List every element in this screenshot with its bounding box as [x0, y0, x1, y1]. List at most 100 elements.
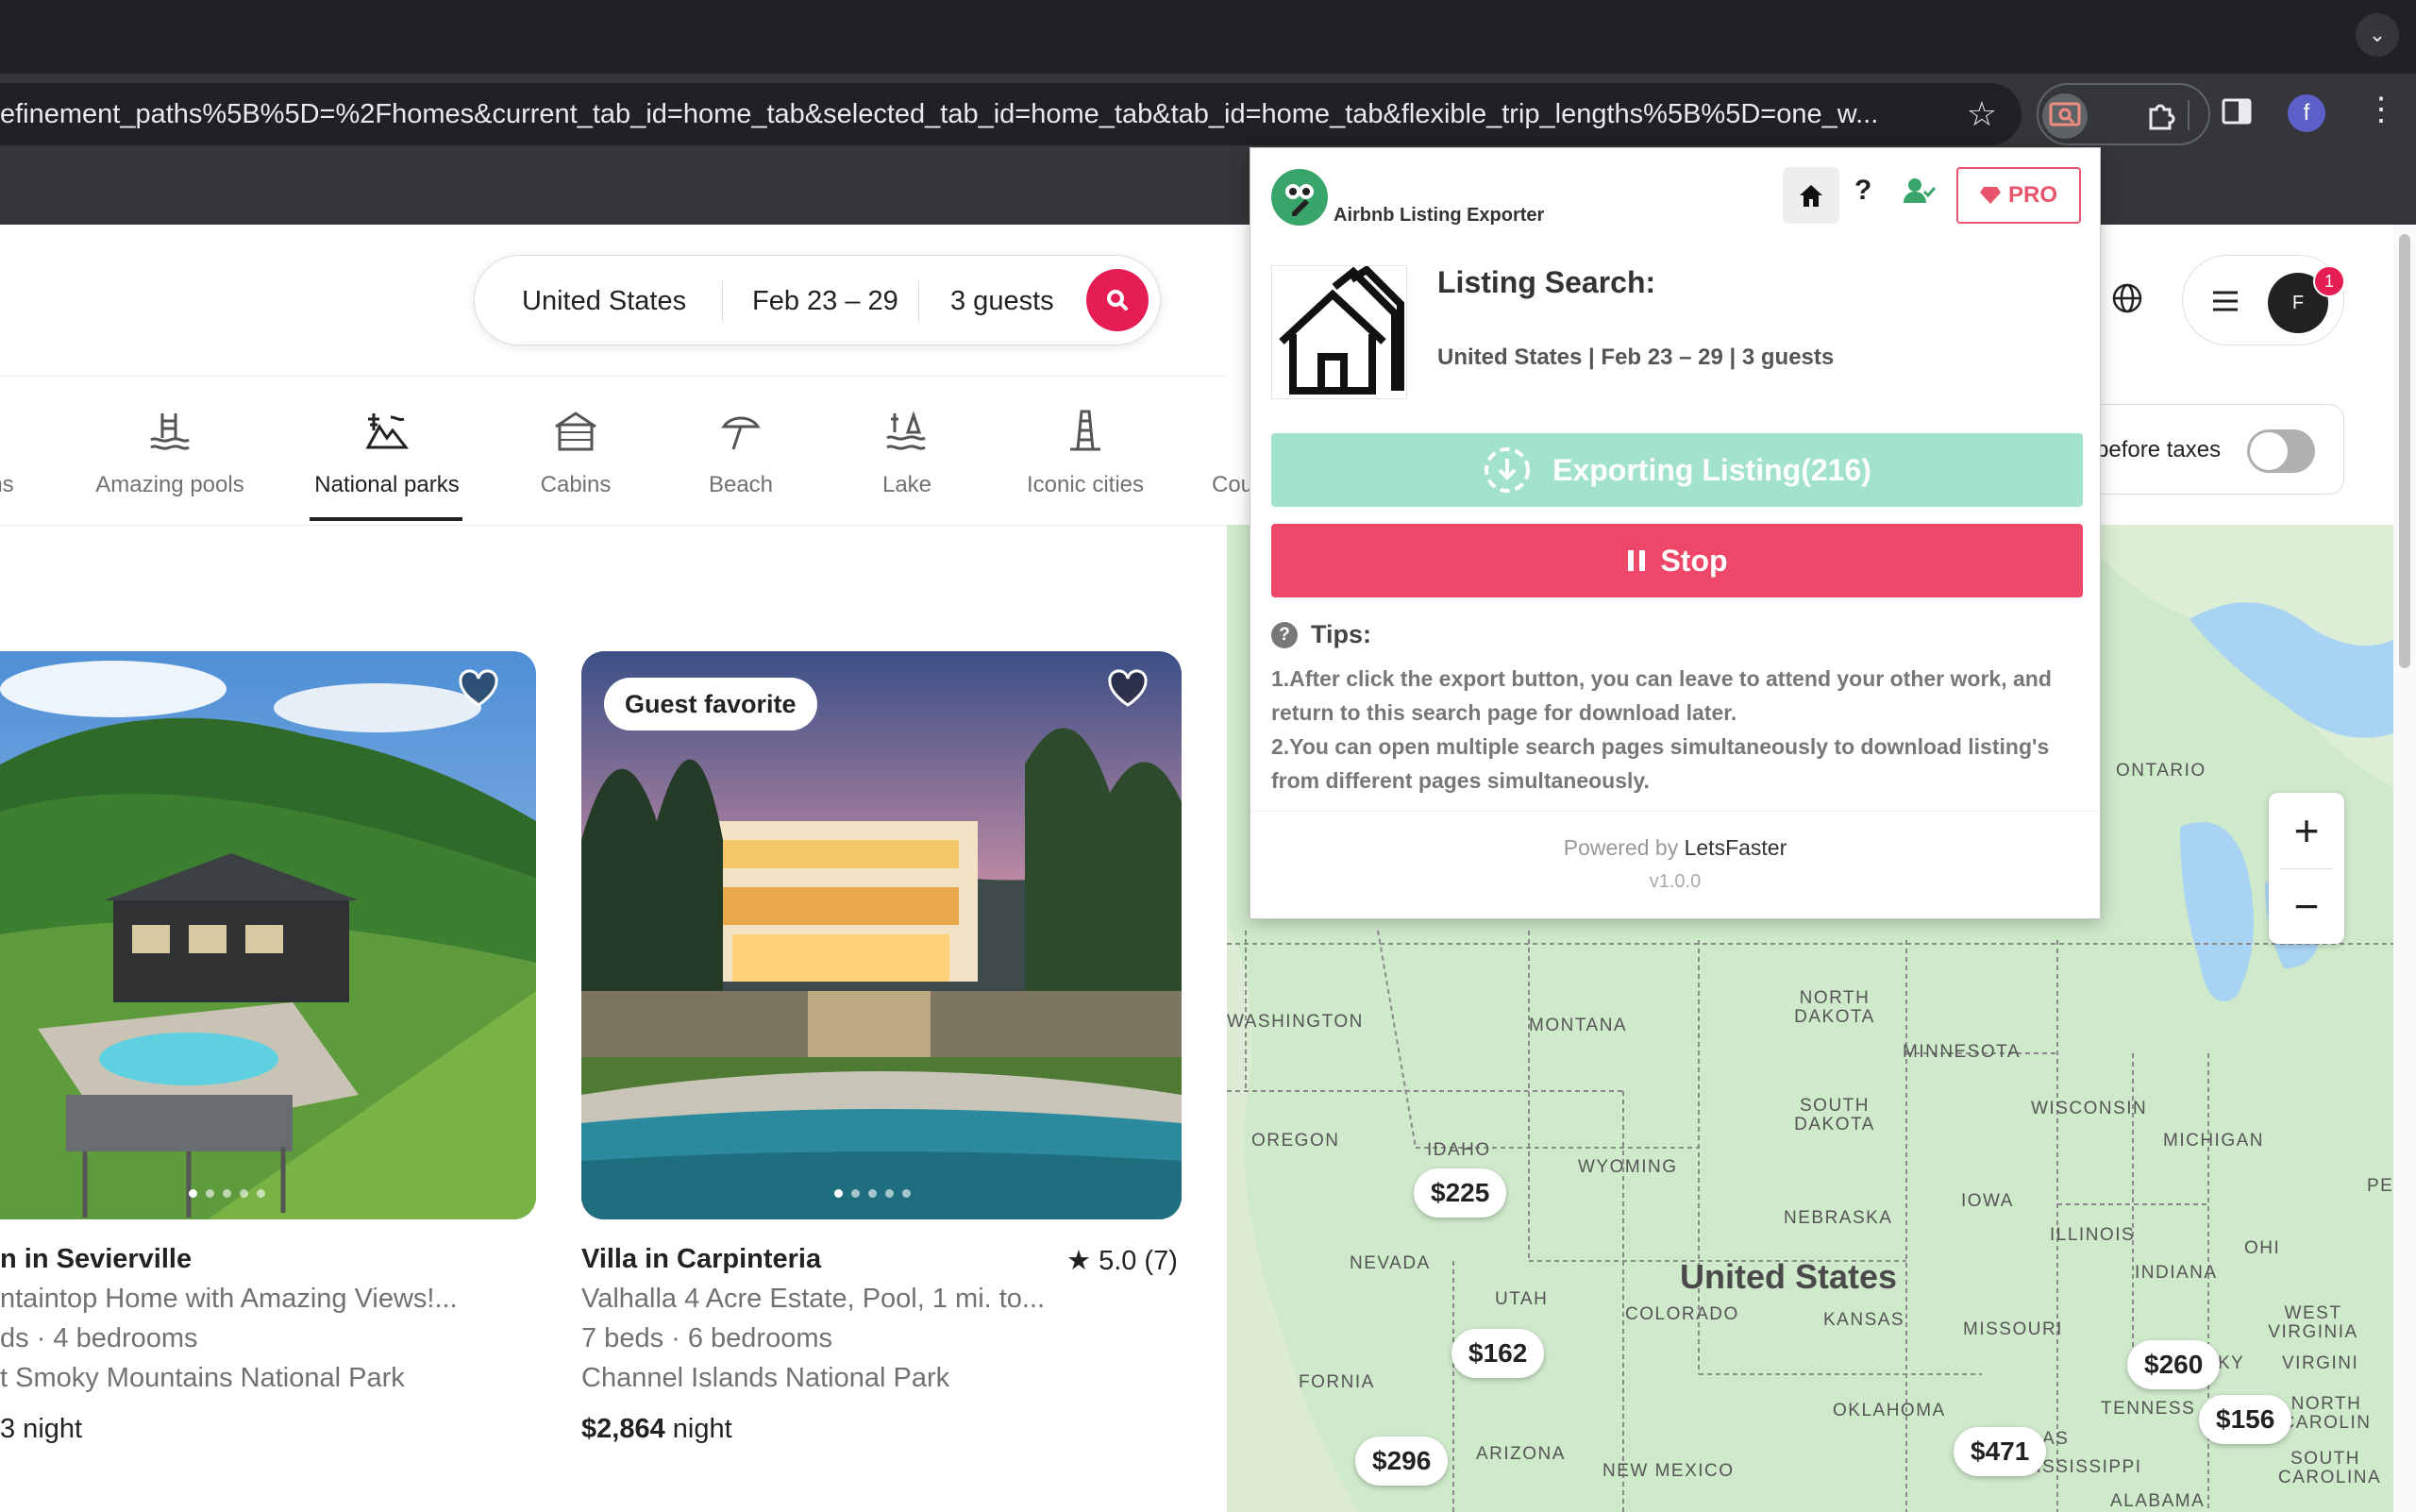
- home-icon[interactable]: [1783, 167, 1839, 224]
- extension-name: Airbnb Listing Exporter: [1334, 205, 1545, 226]
- region-label: AS: [2042, 1429, 2070, 1449]
- search-dates[interactable]: Feb 23 – 29: [752, 256, 898, 346]
- listing-title[interactable]: Villa in Carpinteria: [581, 1244, 821, 1275]
- listing-search-heading: Listing Search:: [1437, 265, 1656, 299]
- image-pagination-dots: [834, 1189, 911, 1198]
- search-guests[interactable]: 3 guests: [950, 256, 1054, 346]
- category-national-parks[interactable]: National parks: [302, 395, 472, 527]
- category-label: National parks: [314, 472, 460, 497]
- powered-brand-link[interactable]: LetsFaster: [1685, 835, 1787, 860]
- user-check-icon[interactable]: [1904, 176, 1937, 210]
- region-label: SOUTH CAROLINA: [2278, 1449, 2382, 1487]
- map-zoom-controls: + −: [2269, 793, 2344, 944]
- active-category-underline: [310, 517, 462, 521]
- region-label: NEVADA: [1350, 1253, 1431, 1273]
- pro-button[interactable]: PRO: [1956, 167, 2081, 224]
- category-iconic-cities[interactable]: Iconic cities: [1010, 395, 1161, 527]
- scrollbar-thumb[interactable]: [2399, 234, 2410, 668]
- address-bar[interactable]: efinement_paths%5B%5D=%2Fhomes&current_t…: [0, 83, 2022, 145]
- image-pagination-dots: [189, 1189, 265, 1198]
- region-label: MONTANA: [1529, 1016, 1628, 1035]
- extensions-puzzle-icon[interactable]: [2139, 93, 2184, 139]
- url-text: efinement_paths%5B%5D=%2Fhomes&current_t…: [0, 99, 1879, 129]
- diamond-icon: [1979, 187, 2001, 204]
- header-divider: [0, 376, 1227, 377]
- category-cabins[interactable]: Cabins: [519, 395, 632, 527]
- question-circle-icon: ?: [1271, 621, 1298, 648]
- listing-description: ntaintop Home with Amazing Views!...: [0, 1284, 458, 1314]
- taxes-toggle[interactable]: [2247, 429, 2315, 473]
- region-label: WISCONSIN: [2031, 1099, 2148, 1118]
- tab-search-chevron-icon[interactable]: ⌄: [2356, 13, 2399, 57]
- region-label: MINNESOTA: [1903, 1042, 2022, 1062]
- search-summary: United States | Feb 23 – 29 | 3 guests: [1437, 344, 1835, 370]
- search-bar[interactable]: United States Feb 23 – 29 3 guests: [474, 255, 1161, 345]
- page-scrollbar[interactable]: [2393, 225, 2416, 1512]
- export-button[interactable]: Exporting Listing(216): [1271, 433, 2083, 507]
- stop-button[interactable]: Stop: [1271, 524, 2083, 597]
- side-panel-icon[interactable]: [2220, 94, 2254, 133]
- listing-image[interactable]: Guest favorite: [581, 651, 1182, 1219]
- extension-popup: Airbnb Listing Exporter ? PRO Listing Se…: [1250, 147, 2101, 919]
- map-price-pin[interactable]: $156: [2199, 1395, 2292, 1444]
- bookmark-star-icon[interactable]: ☆: [1967, 83, 1997, 145]
- display-total-toggle-panel: before taxes: [2069, 404, 2344, 495]
- stop-label: Stop: [1660, 543, 1728, 578]
- tips-heading: ? Tips:: [1271, 620, 1371, 649]
- category-amazing-pools[interactable]: Amazing pools: [85, 395, 255, 527]
- zoom-out-button[interactable]: −: [2269, 868, 2344, 944]
- tip-1: 1.After click the export button, you can…: [1271, 666, 2052, 725]
- extensions-group: [2037, 83, 2210, 145]
- map-country-label: United States: [1680, 1257, 1898, 1296]
- region-label: MICHIGAN: [2163, 1131, 2264, 1151]
- listing-beds: 7 beds · 6 bedrooms: [581, 1323, 832, 1353]
- listing-image[interactable]: [0, 651, 536, 1219]
- partial-icon: [0, 395, 21, 451]
- profile-avatar[interactable]: f: [2288, 94, 2325, 132]
- taxes-label: before taxes: [2096, 437, 2222, 462]
- region-label: KANSAS: [1823, 1310, 1905, 1330]
- category-beach[interactable]: Beach: [689, 395, 793, 527]
- region-label: FORNIA: [1299, 1372, 1375, 1392]
- browser-menu-icon[interactable]: ⋮: [2365, 91, 2397, 128]
- region-label: ALABAMA: [2110, 1491, 2206, 1511]
- category-lake[interactable]: Lake: [855, 395, 959, 527]
- category-label: ns: [0, 472, 14, 497]
- region-label: IDAHO: [1427, 1140, 1491, 1160]
- listing-title[interactable]: n in Sevierville: [0, 1244, 192, 1275]
- tips-title: Tips:: [1311, 620, 1372, 648]
- map-price-pin[interactable]: $296: [1355, 1436, 1449, 1486]
- powered-prefix: Powered by: [1563, 835, 1685, 860]
- region-label: ARIZONA: [1476, 1444, 1566, 1464]
- map-price-pin[interactable]: $162: [1451, 1329, 1545, 1378]
- heart-icon[interactable]: [1106, 669, 1149, 709]
- region-label: INDIANA: [2135, 1263, 2218, 1283]
- region-label: NEBRASKA: [1784, 1208, 1893, 1228]
- extension-logo-icon: [1271, 169, 1328, 226]
- listing-exporter-extension-icon[interactable]: [2042, 93, 2088, 139]
- category-label: Iconic cities: [1026, 472, 1145, 497]
- category-partial[interactable]: ns: [0, 395, 21, 527]
- listing-description: Valhalla 4 Acre Estate, Pool, 1 mi. to..…: [581, 1284, 1046, 1314]
- listing-park: Channel Islands National Park: [581, 1363, 950, 1393]
- pause-icon: [1628, 550, 1646, 571]
- region-label: ILLINOIS: [2050, 1225, 2136, 1245]
- map-price-pin[interactable]: $471: [1954, 1427, 2047, 1476]
- listing-rating: ★ 5.0 (7): [1066, 1246, 1178, 1276]
- search-button[interactable]: [1086, 269, 1149, 331]
- search-icon: [1107, 290, 1128, 311]
- map-price-pin[interactable]: $225: [1414, 1168, 1507, 1218]
- toolbar-separator: [2188, 100, 2190, 130]
- heart-icon[interactable]: [457, 669, 500, 709]
- map-price-pin[interactable]: $260: [2127, 1340, 2221, 1389]
- zoom-in-button[interactable]: +: [2269, 793, 2344, 868]
- search-location[interactable]: United States: [522, 256, 686, 346]
- user-menu-button[interactable]: F 1: [2182, 255, 2345, 345]
- search-divider: [722, 280, 723, 322]
- help-icon[interactable]: ?: [1854, 175, 1871, 207]
- region-label: OHI: [2244, 1238, 2281, 1258]
- region-label: IOWA: [1961, 1191, 2014, 1211]
- region-label: UTAH: [1495, 1289, 1549, 1309]
- globe-icon[interactable]: [2110, 281, 2144, 320]
- category-label: Amazing pools: [95, 472, 244, 497]
